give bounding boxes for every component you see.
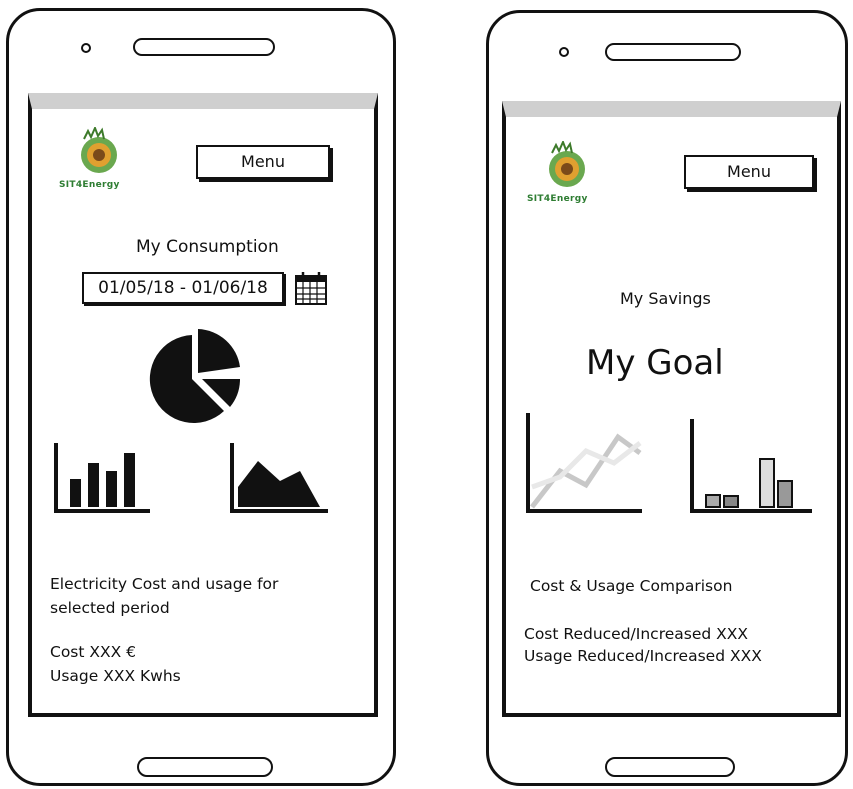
menu-button[interactable]: Menu [196, 145, 330, 179]
speaker-grille [605, 43, 741, 61]
home-button[interactable] [137, 757, 273, 777]
date-range-field[interactable]: 01/05/18 - 01/06/18 [82, 272, 284, 304]
comparison-bar-chart-icon [686, 417, 816, 517]
page-title: My Savings [620, 289, 711, 308]
logo-text: SIT4Energy [527, 194, 588, 204]
camera-icon [559, 47, 569, 57]
screen-savings: SIT4Energy Menu My Savings My Goal Cost … [502, 101, 841, 717]
usage-value: Usage XXX Kwhs [50, 667, 181, 685]
logo-text: SIT4Energy [59, 180, 120, 190]
speaker-grille [133, 38, 275, 56]
camera-icon [81, 43, 91, 53]
description-line-1: Electricity Cost and usage for [50, 575, 279, 593]
screen-consumption: SIT4Energy Menu My Consumption 01/05/18 … [28, 93, 378, 717]
cost-change: Cost Reduced/Increased XXX [524, 625, 748, 643]
usage-change: Usage Reduced/Increased XXX [524, 647, 762, 665]
sit4energy-logo: SIT4Energy [54, 125, 144, 197]
cost-value: Cost XXX € [50, 643, 137, 661]
bar-chart-icon [52, 441, 152, 515]
phone-frame-savings: SIT4Energy Menu My Savings My Goal Cost … [486, 10, 848, 786]
description-line-2: selected period [50, 599, 170, 617]
comparison-title: Cost & Usage Comparison [530, 577, 733, 595]
goal-heading: My Goal [586, 343, 724, 383]
pie-chart-icon [144, 327, 244, 427]
home-button[interactable] [605, 757, 735, 777]
phone-frame-consumption: SIT4Energy Menu My Consumption 01/05/18 … [6, 8, 396, 786]
page-title: My Consumption [136, 237, 279, 257]
area-chart-icon [228, 441, 332, 515]
calendar-icon[interactable] [294, 270, 328, 306]
sit4energy-logo: SIT4Energy [522, 139, 612, 211]
menu-button[interactable]: Menu [684, 155, 814, 189]
line-chart-icon [522, 411, 646, 517]
